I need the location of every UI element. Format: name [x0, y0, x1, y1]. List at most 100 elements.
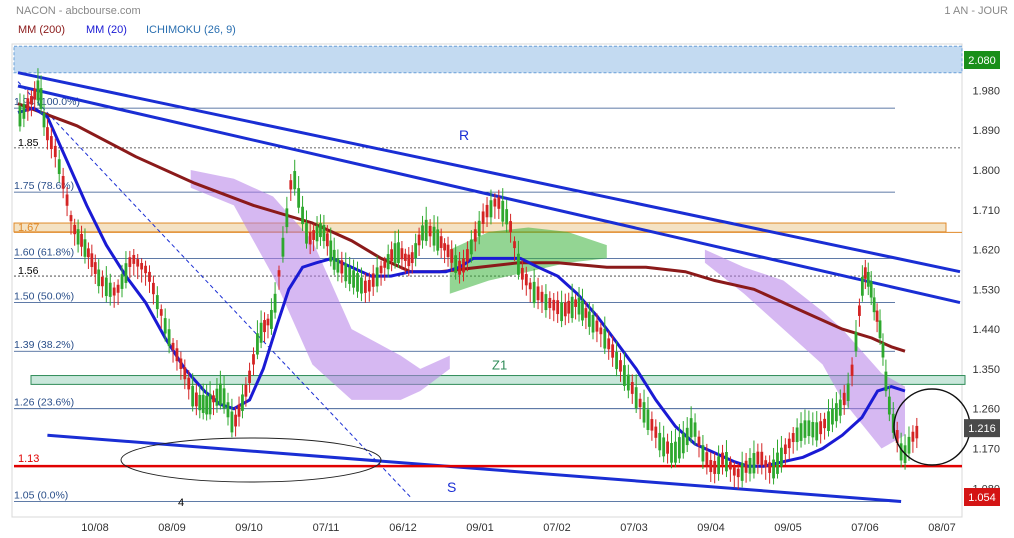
y-tick-5: 1.530	[972, 284, 1000, 296]
support-label-1-13: 1.13	[18, 453, 39, 465]
candle-body	[581, 300, 584, 321]
candle-body	[709, 460, 713, 473]
candle-body	[485, 204, 489, 218]
candle-body	[869, 281, 873, 298]
candle-body	[811, 422, 815, 438]
period-label: 1 AN - JOUR	[944, 5, 1008, 17]
resistance-label-1: 1.56	[18, 265, 39, 277]
y-tick-0: 1.980	[972, 85, 1000, 97]
candle-body	[97, 269, 101, 287]
source-title: NACON - abcbourse.com	[16, 5, 141, 17]
badge-top-value: 2.080	[968, 55, 996, 67]
candle-body	[772, 459, 775, 479]
y-tick-1: 1.890	[972, 125, 1000, 137]
candle-body	[783, 444, 787, 455]
label-s: S	[447, 479, 456, 495]
candle-body	[191, 385, 195, 407]
candle-body	[866, 271, 870, 287]
candle-body	[312, 230, 316, 240]
candle-body	[397, 242, 400, 264]
candle-body	[116, 284, 120, 293]
candle-body	[83, 239, 87, 257]
candle-body	[400, 248, 404, 260]
candle-body	[18, 105, 22, 127]
candle-body	[270, 309, 273, 329]
fib-label-3: 1.50 (50.0%)	[14, 291, 74, 303]
candle-body	[850, 364, 854, 376]
fib-label-4: 1.39 (38.2%)	[14, 339, 74, 351]
candle-body	[658, 432, 662, 451]
candle-body	[493, 198, 497, 207]
candle-body	[670, 442, 673, 463]
fib-label-6: 1.05 (0.0%)	[14, 490, 68, 502]
candle-body	[46, 127, 49, 141]
candle-body	[421, 225, 424, 241]
candle-body	[780, 447, 783, 467]
candle-body	[732, 467, 736, 476]
candle-body	[563, 302, 567, 317]
zone-1	[13, 45, 963, 74]
candle-body	[356, 273, 359, 292]
x-tick-6: 07/02	[543, 522, 571, 534]
x-tick-10: 07/06	[851, 522, 879, 534]
candle-body	[136, 259, 140, 267]
candle-body	[360, 277, 363, 294]
candle-body	[469, 239, 473, 255]
candle-body	[144, 265, 147, 274]
candle-body	[241, 394, 244, 411]
candle-body	[858, 305, 861, 316]
candle-body	[319, 223, 322, 238]
candle-body	[872, 297, 876, 313]
candle-body	[536, 286, 540, 301]
y-tick-9: 1.170	[972, 443, 1000, 455]
candle-body	[205, 395, 209, 415]
y-tick-2: 1.800	[972, 165, 1000, 177]
candle-body	[446, 244, 450, 258]
candle-body	[194, 392, 198, 407]
candle-body	[332, 249, 336, 270]
candle-body	[285, 208, 289, 228]
candle-body	[183, 367, 187, 380]
candle-body	[756, 451, 760, 465]
candle-body	[90, 253, 94, 268]
stock-chart: 1.67Z1 1.94 (100.0%)1.75 (78.6%)1.60 (61…	[0, 0, 1014, 538]
candle-body	[674, 441, 677, 463]
candle-body	[414, 243, 418, 259]
candle-body	[42, 113, 46, 128]
candle-body	[315, 225, 319, 242]
legend-ichimoku: ICHIMOKU (26, 9)	[146, 24, 236, 36]
candle-body	[93, 262, 97, 274]
candle-body	[237, 404, 241, 417]
legend-mm200: MM (200)	[18, 24, 65, 36]
candle-body	[322, 224, 326, 242]
candle-body	[626, 374, 630, 391]
candle-body	[450, 249, 454, 263]
candle-body	[266, 318, 270, 326]
candle-body	[458, 260, 461, 275]
y-tick-6: 1.440	[972, 324, 1000, 336]
candle-body	[607, 338, 611, 350]
candle-body	[124, 263, 128, 283]
candle-body	[520, 267, 524, 280]
candle-body	[915, 425, 919, 439]
candle-body	[208, 393, 212, 415]
candle-body	[685, 427, 689, 446]
candle-body	[666, 441, 669, 454]
candle-body	[293, 171, 297, 190]
candle-body	[390, 249, 394, 262]
candle-body	[570, 296, 574, 319]
candle-body	[175, 348, 179, 362]
candle-body	[49, 136, 53, 149]
candle-body	[159, 309, 163, 316]
candle-body	[611, 344, 615, 358]
candle-body	[473, 229, 477, 242]
candle-body	[226, 402, 230, 418]
candle-body	[281, 237, 285, 257]
candle-body	[875, 310, 879, 322]
fib-label-5: 1.26 (23.6%)	[14, 397, 74, 409]
candle-body	[619, 360, 622, 372]
candle-body	[289, 180, 293, 190]
candle-body	[100, 276, 104, 287]
candle-body	[623, 365, 626, 386]
candle-body	[443, 243, 446, 251]
